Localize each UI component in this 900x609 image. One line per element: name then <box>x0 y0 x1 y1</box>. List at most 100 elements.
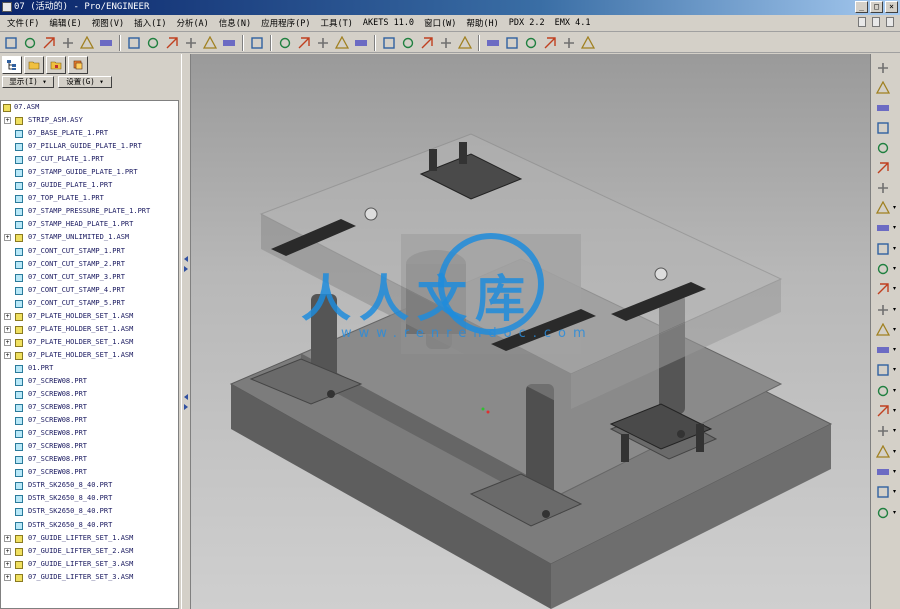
minimize-button[interactable]: _ <box>855 1 868 13</box>
tree-item[interactable]: 07_PILLAR_GUIDE_PLATE_1.PRT <box>1 140 178 153</box>
tree-item[interactable]: 07_SCREW08.PRT <box>1 466 178 479</box>
folder-browser-tab[interactable] <box>24 56 44 74</box>
paste-icon[interactable] <box>163 34 181 52</box>
tree-item[interactable]: DSTR_SK2650_8_40.PRT <box>1 505 178 518</box>
menu-item[interactable]: 帮助(H) <box>461 17 503 29</box>
save-icon[interactable] <box>40 34 58 52</box>
tree-item[interactable]: +07_GUIDE_LIFTER_SET_3.ASM <box>1 558 178 571</box>
dropdown-caret-icon[interactable]: ▾ <box>893 427 896 434</box>
datum-axis-icon[interactable] <box>314 34 332 52</box>
table-icon[interactable] <box>875 444 891 460</box>
close-button[interactable]: × <box>885 1 898 13</box>
menu-item[interactable]: EMX 4.1 <box>550 18 596 28</box>
help-icon[interactable] <box>248 34 266 52</box>
select-icon[interactable] <box>220 34 238 52</box>
expand-icon[interactable]: + <box>4 560 11 568</box>
view-icon[interactable] <box>875 383 891 399</box>
dropdown-caret-icon[interactable]: ▾ <box>893 306 896 313</box>
tree-item[interactable]: +07_GUIDE_LIFTER_SET_3.ASM <box>1 571 178 584</box>
expand-icon[interactable]: + <box>4 325 11 333</box>
new-icon[interactable] <box>875 200 891 216</box>
expand-right-icon[interactable] <box>184 266 188 272</box>
tree-item[interactable]: 07_CONT_CUT_STAMP_5.PRT <box>1 297 178 310</box>
dropdown-caret-icon[interactable]: ▾ <box>893 285 896 292</box>
find-icon[interactable] <box>201 34 219 52</box>
axis-icon[interactable] <box>875 120 891 136</box>
refit-icon[interactable] <box>418 34 436 52</box>
tree-item[interactable]: 07_CONT_CUT_STAMP_2.PRT <box>1 258 178 271</box>
favorites-tab[interactable] <box>46 56 66 74</box>
collapse-left-icon-2[interactable] <box>184 394 188 400</box>
tree-item[interactable]: 07_GUIDE_PLATE_1.PRT <box>1 179 178 192</box>
dropdown-caret-icon[interactable]: ▾ <box>893 387 896 394</box>
tree-root[interactable]: 07.ASM <box>1 101 178 114</box>
tree-item[interactable]: 07_CONT_CUT_STAMP_1.PRT <box>1 245 178 258</box>
tree-item[interactable]: 07_SCREW08.PRT <box>1 401 178 414</box>
tree-item[interactable]: 01.PRT <box>1 362 178 375</box>
tree-item[interactable]: +07_PLATE_HOLDER_SET_1.ASM <box>1 323 178 336</box>
tool-icon[interactable] <box>875 281 891 297</box>
menu-item[interactable]: AKETS 11.0 <box>358 18 419 28</box>
curve-icon[interactable] <box>875 140 891 156</box>
tree-item[interactable]: +07_PLATE_HOLDER_SET_1.ASM <box>1 336 178 349</box>
tree-item[interactable]: DSTR_SK2650_8_40.PRT <box>1 479 178 492</box>
expand-icon[interactable]: + <box>4 117 11 125</box>
dimension-icon[interactable] <box>875 80 891 96</box>
undo-icon[interactable] <box>78 34 96 52</box>
dropdown-caret-icon[interactable]: ▾ <box>893 245 896 252</box>
maximize-button[interactable]: □ <box>870 1 883 13</box>
dropdown-caret-icon[interactable]: ▾ <box>893 488 896 495</box>
tree-item[interactable]: 07_SCREW08.PRT <box>1 427 178 440</box>
tree-item[interactable]: 07_STAMP_HEAD_PLATE_1.PRT <box>1 218 178 231</box>
expand-icon[interactable]: + <box>4 338 11 346</box>
new-icon[interactable] <box>2 34 20 52</box>
tree-item[interactable]: 07_SCREW08.PRT <box>1 388 178 401</box>
menu-item[interactable]: 工具(T) <box>316 17 358 29</box>
expand-icon[interactable]: + <box>4 547 11 555</box>
shading-icon[interactable] <box>541 34 559 52</box>
feature-icon[interactable] <box>875 261 891 277</box>
graphics-window[interactable]: 人人文库 www.renrendoc.com <box>191 54 870 609</box>
tree-item[interactable]: 07_SCREW08.PRT <box>1 375 178 388</box>
tree-item[interactable]: DSTR_SK2650_8_40.PRT <box>1 519 178 532</box>
menu-item[interactable]: 文件(F) <box>2 17 44 29</box>
print-icon[interactable] <box>59 34 77 52</box>
no-hidden-icon[interactable] <box>522 34 540 52</box>
menu-item[interactable]: 窗口(W) <box>419 17 461 29</box>
tree-item[interactable]: 07_CONT_CUT_STAMP_3.PRT <box>1 271 178 284</box>
doc-minimize-icon[interactable] <box>858 17 866 27</box>
dropdown-caret-icon[interactable]: ▾ <box>893 326 896 333</box>
menu-item[interactable]: 插入(I) <box>129 17 171 29</box>
settings-dropdown[interactable]: 设置(G) ▾ <box>58 76 112 88</box>
point-icon[interactable] <box>875 160 891 176</box>
redo-icon[interactable] <box>97 34 115 52</box>
saved-views-icon[interactable] <box>456 34 474 52</box>
green-icon[interactable] <box>875 423 891 439</box>
cut-icon[interactable] <box>125 34 143 52</box>
datum-point-icon[interactable] <box>333 34 351 52</box>
tree-item[interactable]: + STRIP_ASM.ASY <box>1 114 178 127</box>
pen-icon[interactable] <box>875 302 891 318</box>
csys-icon[interactable] <box>352 34 370 52</box>
model-tree-tab[interactable] <box>2 56 22 74</box>
dropdown-caret-icon[interactable]: ▾ <box>893 346 896 353</box>
orient-icon[interactable] <box>437 34 455 52</box>
tree-item[interactable]: +07_STAMP_UNLIMITED_1.ASM <box>1 231 178 244</box>
wireframe-icon[interactable] <box>484 34 502 52</box>
grid-icon[interactable] <box>875 362 891 378</box>
component-icon[interactable] <box>875 220 891 236</box>
dropdown-caret-icon[interactable]: ▾ <box>893 509 896 516</box>
tree-item[interactable]: 07_BASE_PLATE_1.PRT <box>1 127 178 140</box>
zoom-in-icon[interactable] <box>380 34 398 52</box>
bottom-icon[interactable] <box>875 505 891 521</box>
check-icon[interactable] <box>875 322 891 338</box>
dropdown-caret-icon[interactable]: ▾ <box>893 407 896 414</box>
menu-item[interactable]: 应用程序(P) <box>256 17 315 29</box>
mold-icon[interactable] <box>875 241 891 257</box>
regenerate-icon[interactable] <box>182 34 200 52</box>
doc-close-icon[interactable] <box>886 17 894 27</box>
expand-icon[interactable]: + <box>4 573 11 581</box>
expand-icon[interactable]: + <box>4 351 11 359</box>
datum-display-icon[interactable] <box>579 34 597 52</box>
menu-item[interactable]: PDX 2.2 <box>504 18 550 28</box>
